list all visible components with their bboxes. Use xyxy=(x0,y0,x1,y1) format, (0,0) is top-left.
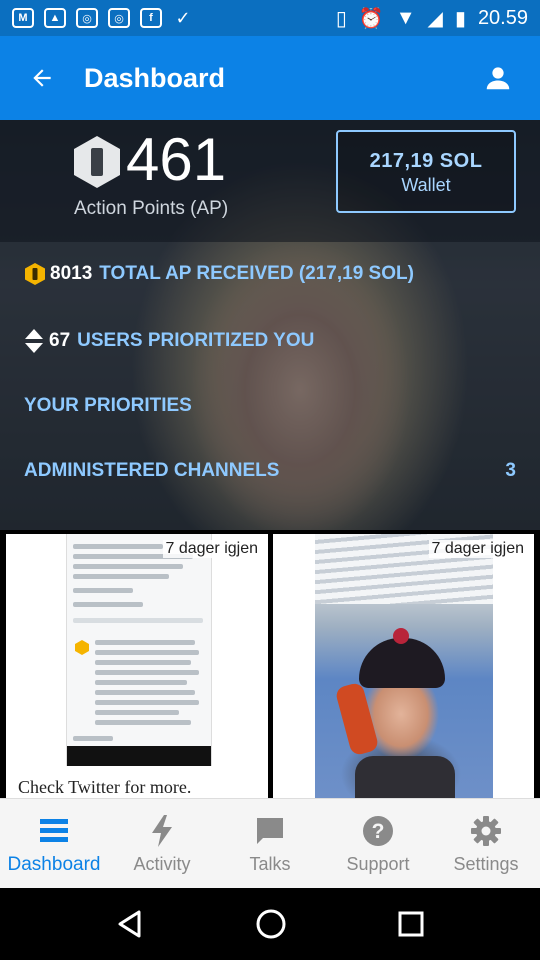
post-card[interactable]: 7 dager igjen xyxy=(273,534,534,798)
total-ap-row[interactable]: 8013 TOTAL AP RECEIVED (217,19 SOL) xyxy=(24,262,414,286)
users-prioritized-link[interactable]: USERS PRIORITIZED YOU xyxy=(77,330,314,352)
help-icon: ? xyxy=(363,816,393,846)
action-points-value: 461 xyxy=(126,126,227,193)
chat-icon xyxy=(257,818,283,844)
battery-icon: ▮ xyxy=(454,7,466,30)
dashboard-icon xyxy=(40,818,68,842)
gear-icon xyxy=(471,816,501,846)
home-circle-icon[interactable] xyxy=(255,908,287,940)
person-icon xyxy=(486,67,510,90)
tweet-screenshot-image xyxy=(66,534,212,766)
tab-dashboard-label: Dashboard xyxy=(7,853,101,875)
post-card[interactable]: 7 dager igjen Check Twitter for more. xyxy=(6,534,268,798)
users-prioritized-value: 67 xyxy=(49,330,71,351)
instagram-icon: ◎ xyxy=(108,8,130,28)
tab-support[interactable]: ? Support xyxy=(324,799,432,888)
status-time: 20.59 xyxy=(477,6,528,29)
arrow-left-icon xyxy=(33,69,51,87)
tab-support-label: Support xyxy=(346,854,410,874)
tab-settings-label: Settings xyxy=(453,854,519,874)
svg-text:?: ? xyxy=(372,820,385,843)
page-title: Dashboard xyxy=(84,62,226,93)
profile-button[interactable] xyxy=(456,36,540,120)
selfie-photo-image xyxy=(315,534,493,798)
recents-square-icon[interactable] xyxy=(397,910,425,938)
users-prioritized-row[interactable]: 67 USERS PRIORITIZED YOU xyxy=(24,328,314,354)
tab-activity[interactable]: Activity xyxy=(108,799,216,888)
card-expiry-label: 7 dager igjen xyxy=(163,540,260,558)
wallet-label: Wallet xyxy=(401,175,451,195)
alarm-icon: ⏰ xyxy=(358,7,384,30)
your-priorities-link[interactable]: YOUR PRIORITIES xyxy=(24,395,192,417)
signal-icon: ◢ xyxy=(427,7,443,30)
back-triangle-icon[interactable] xyxy=(115,909,145,939)
bottom-navigation: Dashboard Activity Talks ? Support Setti… xyxy=(0,798,540,888)
gmail-icon: M xyxy=(12,8,34,28)
tab-settings[interactable]: Settings xyxy=(432,799,540,888)
app-bar: Dashboard xyxy=(0,36,540,120)
tab-activity-label: Activity xyxy=(133,854,191,874)
total-ap-value: 8013 xyxy=(50,263,93,284)
tab-talks[interactable]: Talks xyxy=(216,799,324,888)
status-bar: M ▲ ◎ ◎ f ✓ ▯ ⏰ ▼ ◢ ▮ 20.59 xyxy=(0,0,540,36)
total-ap-link[interactable]: TOTAL AP RECEIVED (217,19 SOL) xyxy=(99,263,414,285)
wallet-amount: 217,19 SOL xyxy=(369,150,483,172)
gallery-icon: ▲ xyxy=(44,8,66,28)
tab-dashboard[interactable]: Dashboard xyxy=(0,799,108,888)
instagram-icon: ◎ xyxy=(76,8,98,28)
administered-channels-count: 3 xyxy=(505,460,516,481)
your-priorities-row[interactable]: YOUR PRIORITIES xyxy=(24,395,192,417)
facebook-icon: f xyxy=(140,8,162,28)
action-points-icon xyxy=(74,136,120,188)
administered-channels-link[interactable]: ADMINISTERED CHANNELS xyxy=(24,460,279,482)
up-down-arrows-icon xyxy=(25,329,43,353)
wallet-button[interactable]: 217,19 SOL Wallet xyxy=(336,130,516,213)
action-points-label: Action Points (AP) xyxy=(74,198,229,219)
wifi-icon: ▼ xyxy=(395,6,416,29)
card-expiry-label: 7 dager igjen xyxy=(429,540,526,558)
administered-channels-row[interactable]: ADMINISTERED CHANNELS 3 xyxy=(24,460,516,482)
tab-talks-label: Talks xyxy=(249,854,291,874)
task-icon: ✓ xyxy=(175,7,191,28)
back-button[interactable] xyxy=(0,36,84,120)
lightning-icon xyxy=(152,815,172,847)
vibrate-icon: ▯ xyxy=(335,7,347,30)
coin-icon xyxy=(25,263,45,285)
card-caption: Check Twitter for more. xyxy=(18,777,192,797)
system-navigation-bar xyxy=(0,888,540,960)
